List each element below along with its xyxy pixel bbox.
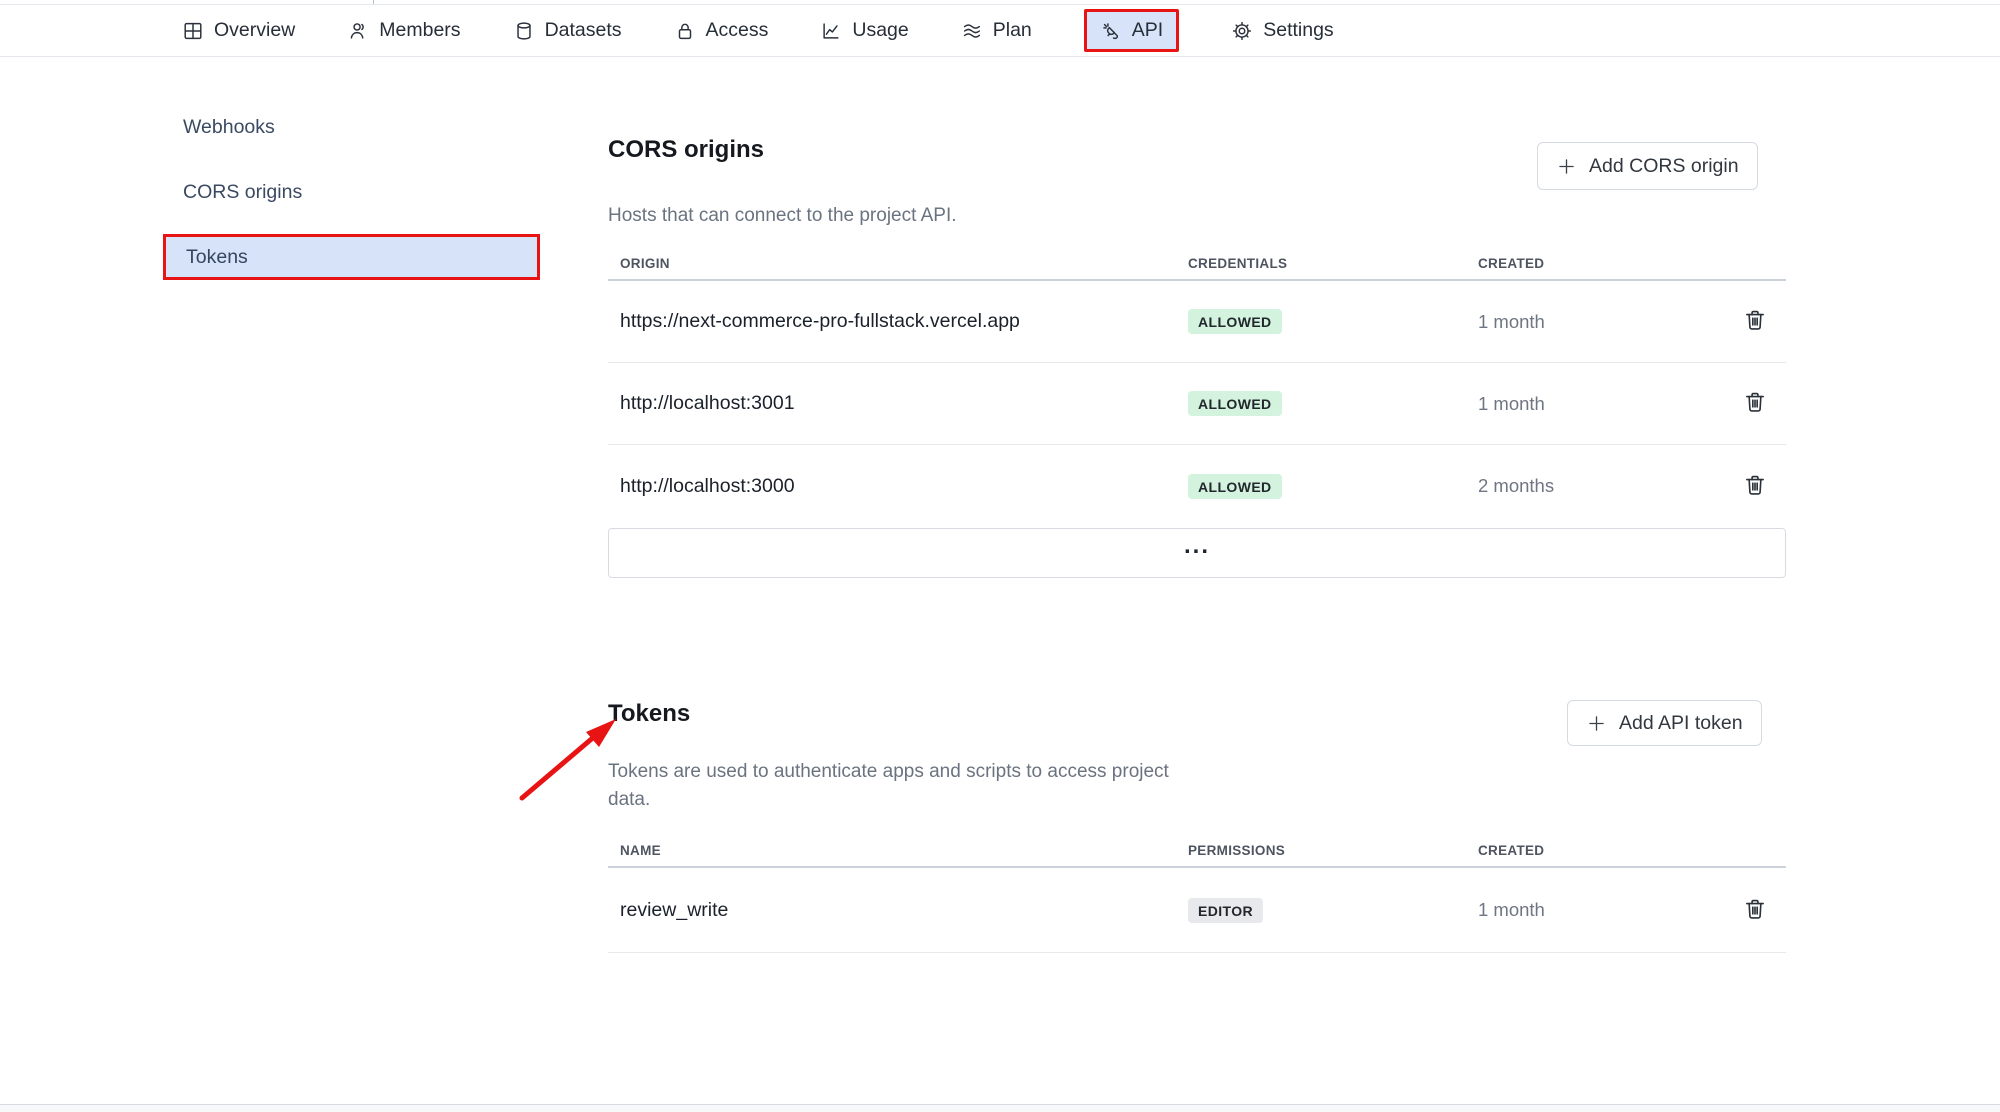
add-cors-origin-label: Add CORS origin [1589,154,1739,177]
tab-label: Plan [992,19,1032,41]
delete-cors-origin-button[interactable] [1738,468,1772,504]
access-lock-icon [678,23,691,39]
column-header-created: CREATED [1478,256,1545,271]
column-header-origin: ORIGIN [620,256,670,271]
origin-cell: https://next-commerce-pro-fullstack.verc… [620,310,1020,332]
tab-usage[interactable]: Usage [820,19,909,42]
datasets-database-icon [516,21,531,40]
add-api-token-button[interactable]: Add API token [1567,700,1762,746]
table-header-row: NAME PERMISSIONS CREATED [608,835,1786,868]
tokens-table: NAME PERMISSIONS CREATED review_write ED… [608,835,1786,953]
tab-datasets[interactable]: Datasets [513,19,622,42]
created-cell: 1 month [1478,310,1545,332]
tokens-subtitle: Tokens are used to authenticate apps and… [608,761,1169,810]
allowed-badge: ALLOWED [1188,309,1282,334]
sidebar-item-tokens-selected[interactable]: Tokens [163,234,540,280]
ellipsis-label: ... [1183,532,1210,559]
delete-token-button[interactable] [1738,892,1772,928]
tab-label: Settings [1263,19,1334,41]
members-person-icon [350,22,365,39]
table-row: https://next-commerce-pro-fullstack.verc… [608,281,1786,363]
sidebar-item-label: Webhooks [183,116,275,138]
tab-label: API [1131,19,1164,41]
plan-layers-icon [963,23,980,38]
delete-cors-origin-button[interactable] [1738,386,1772,422]
show-more-origins-button[interactable]: ... [608,528,1786,578]
page-bottom-divider [0,1104,2000,1112]
sidebar-item-cors-origins[interactable]: CORS origins [163,169,540,215]
usage-chart-icon [823,22,839,39]
tab-label: Datasets [544,19,622,41]
tab-label: Access [705,19,769,41]
sidebar-item-label: Tokens [186,246,248,268]
tokens-title: Tokens [608,700,691,727]
add-api-token-label: Add API token [1619,711,1743,734]
column-header-created: CREATED [1478,843,1545,858]
tab-label: Overview [214,19,296,41]
api-plug-icon [1102,22,1118,39]
tab-label: Members [379,19,461,41]
trash-icon [1746,899,1764,919]
trash-icon [1746,392,1764,412]
table-row: review_write EDITOR 1 month [608,868,1786,953]
sidebar-item-label: CORS origins [183,181,303,203]
tab-settings[interactable]: Settings [1231,19,1334,42]
created-cell: 1 month [1478,392,1545,414]
tab-plan[interactable]: Plan [961,19,1032,42]
plus-icon [1559,158,1574,174]
column-header-credentials: CREDENTIALS [1188,256,1288,271]
origin-cell: http://localhost:3000 [620,474,795,497]
cors-origins-subtitle: Hosts that can connect to the project AP… [608,205,957,226]
origin-cell: http://localhost:3001 [620,392,795,414]
column-header-permissions: PERMISSIONS [1188,843,1286,858]
allowed-badge: ALLOWED [1188,391,1282,416]
cors-origins-table: ORIGIN CREDENTIALS CREATED https://next-… [608,248,1786,527]
cors-origins-title: CORS origins [608,136,765,163]
created-cell: 2 months [1478,475,1555,496]
delete-cors-origin-button[interactable] [1738,304,1772,340]
tab-label: Usage [852,19,909,41]
api-settings-sidebar: Webhooks CORS origins Tokens [163,104,540,299]
tab-overview[interactable]: Overview [182,19,295,42]
editor-badge: EDITOR [1188,897,1264,923]
table-row: http://localhost:3001 ALLOWED 1 month [608,363,1786,445]
trash-icon [1746,475,1764,495]
token-name-cell: review_write [620,898,729,921]
project-tab-bar: Overview Members Datasets Access Usage P… [0,4,2000,57]
tab-access[interactable]: Access [674,19,769,42]
add-cors-origin-button[interactable]: Add CORS origin [1537,142,1758,190]
created-cell: 1 month [1478,899,1545,920]
table-header-row: ORIGIN CREDENTIALS CREATED [608,248,1786,281]
allowed-badge: ALLOWED [1188,473,1282,499]
table-row: http://localhost:3000 ALLOWED 2 months [608,445,1786,527]
tab-members[interactable]: Members [347,19,461,42]
tab-api-selected[interactable]: API [1083,9,1180,52]
sidebar-item-webhooks[interactable]: Webhooks [163,104,540,150]
settings-gear-icon [1233,21,1252,40]
overview-grid-icon [184,22,202,39]
plus-icon [1589,715,1604,731]
trash-icon [1746,310,1764,330]
column-header-name: NAME [620,843,661,858]
